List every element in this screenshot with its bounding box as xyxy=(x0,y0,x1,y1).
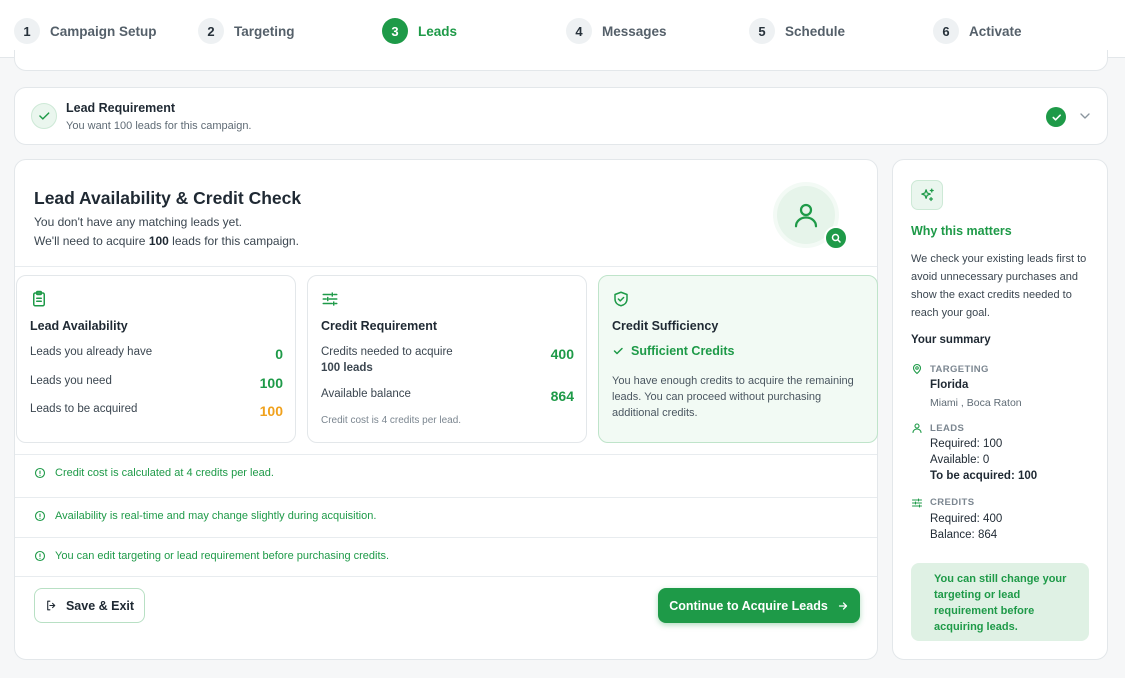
targeting-cities: Miami , Boca Raton xyxy=(930,397,1022,409)
credits-balance: Balance: 864 xyxy=(930,529,998,541)
step-activate[interactable]: 6 Activate xyxy=(933,17,1022,45)
no-leads-message: You don't have any matching leads yet. xyxy=(34,215,242,229)
divider xyxy=(15,576,877,577)
panel-title: Lead Availability xyxy=(30,319,128,333)
divider xyxy=(15,454,877,455)
row-value: 0 xyxy=(275,346,283,362)
panel-title: Credit Sufficiency xyxy=(612,319,719,333)
leads-caption: LEADS xyxy=(930,423,965,434)
lead-availability-card: Lead Availability & Credit Check You don… xyxy=(14,159,878,660)
sufficiency-status: Sufficient Credits xyxy=(612,344,735,358)
step-label: Activate xyxy=(969,23,1022,39)
check-icon xyxy=(31,103,57,129)
row-label: Leads you already have xyxy=(30,346,153,358)
clipboard-icon xyxy=(33,290,45,307)
step-targeting[interactable]: 2 Targeting xyxy=(198,17,295,45)
chevron-down-icon[interactable] xyxy=(1077,108,1093,124)
step-label: Schedule xyxy=(785,23,846,39)
credit-requirement-panel: Credit Requirement Credits needed to acq… xyxy=(307,275,587,443)
credits-required: Required: 400 xyxy=(930,513,1003,525)
leads-available: Available: 0 xyxy=(930,454,990,466)
row-value: 400 xyxy=(550,346,574,362)
row-value: 100 xyxy=(259,403,283,419)
row-value: 864 xyxy=(550,388,574,404)
acquire-count: 100 xyxy=(148,234,169,248)
step-number: 2 xyxy=(198,18,224,44)
panel-title: Credit Requirement xyxy=(321,319,437,333)
search-icon xyxy=(824,226,848,250)
divider xyxy=(15,266,877,267)
step-number: 6 xyxy=(933,18,959,44)
row-label: Leads to be acquired xyxy=(30,403,138,415)
exit-icon xyxy=(47,600,56,611)
summary-sidebar: Why this matters We check your existing … xyxy=(892,159,1108,660)
step-label: Targeting xyxy=(234,23,295,39)
info-note: Availability is real-time and may change… xyxy=(34,507,376,525)
step-leads[interactable]: 3 Leads xyxy=(382,17,457,45)
step-campaign-setup[interactable]: 1 Campaign Setup xyxy=(14,17,157,45)
lead-requirement-section[interactable]: Lead Requirement You want 100 leads for … xyxy=(14,87,1108,145)
page-title: Lead Availability & Credit Check xyxy=(34,188,302,208)
row-value: 100 xyxy=(259,375,283,391)
info-note: Credit cost is calculated at 4 credits p… xyxy=(34,464,274,482)
section-subtitle: You want 100 leads for this campaign. xyxy=(66,120,252,132)
acquire-message: We'll need to acquire 100 leads for this… xyxy=(34,234,299,248)
step-number: 3 xyxy=(382,18,408,44)
map-pin-icon xyxy=(912,363,922,375)
info-icon xyxy=(34,550,46,562)
completed-check-icon xyxy=(1046,107,1066,127)
sliders-icon xyxy=(322,292,338,306)
arrow-right-icon xyxy=(838,601,847,610)
info-note: You can edit targeting or lead requireme… xyxy=(34,547,389,565)
row-label: Credits needed to acquire 100 leads xyxy=(321,346,453,374)
credit-cost-note: Credit cost is 4 credits per lead. xyxy=(321,415,462,426)
why-title: Why this matters xyxy=(911,224,1012,238)
targeting-state: Florida xyxy=(930,379,969,391)
info-icon xyxy=(34,467,46,479)
step-messages[interactable]: 4 Messages xyxy=(566,17,667,45)
shield-check-icon xyxy=(614,291,628,307)
divider xyxy=(15,537,877,538)
continue-acquire-button[interactable]: Continue to Acquire Leads xyxy=(658,588,860,623)
check-icon xyxy=(613,347,623,355)
previous-section-card xyxy=(14,50,1108,71)
step-number: 5 xyxy=(749,18,775,44)
info-icon xyxy=(34,510,46,522)
section-title: Lead Requirement xyxy=(66,101,176,115)
leads-to-acquire: To be acquired: 100 xyxy=(930,470,1038,482)
user-icon xyxy=(912,423,922,434)
change-tip: You can still change your targeting or l… xyxy=(911,563,1089,641)
sparkles-icon xyxy=(911,180,943,210)
row-label: Available balance xyxy=(321,388,411,400)
sufficiency-description: You have enough credits to acquire the r… xyxy=(612,375,854,419)
why-text: We check your existing leads first to av… xyxy=(911,253,1087,319)
credits-caption: CREDITS xyxy=(930,497,975,508)
summary-title: Your summary xyxy=(911,334,991,346)
save-exit-button[interactable]: Save & Exit xyxy=(34,588,145,623)
step-number: 1 xyxy=(14,18,40,44)
step-label: Messages xyxy=(602,23,667,39)
leads-required: Required: 100 xyxy=(930,438,1003,450)
step-label: Campaign Setup xyxy=(50,23,157,39)
lead-availability-panel: Lead Availability Leads you already have… xyxy=(16,275,296,443)
step-label: Leads xyxy=(418,23,458,39)
sliders-icon xyxy=(911,498,923,508)
row-label: Leads you need xyxy=(30,375,112,387)
credit-sufficiency-panel: Credit Sufficiency Sufficient Credits Yo… xyxy=(598,275,878,443)
targeting-caption: TARGETING xyxy=(930,364,989,375)
divider xyxy=(15,497,877,498)
step-schedule[interactable]: 5 Schedule xyxy=(749,17,845,45)
step-number: 4 xyxy=(566,18,592,44)
